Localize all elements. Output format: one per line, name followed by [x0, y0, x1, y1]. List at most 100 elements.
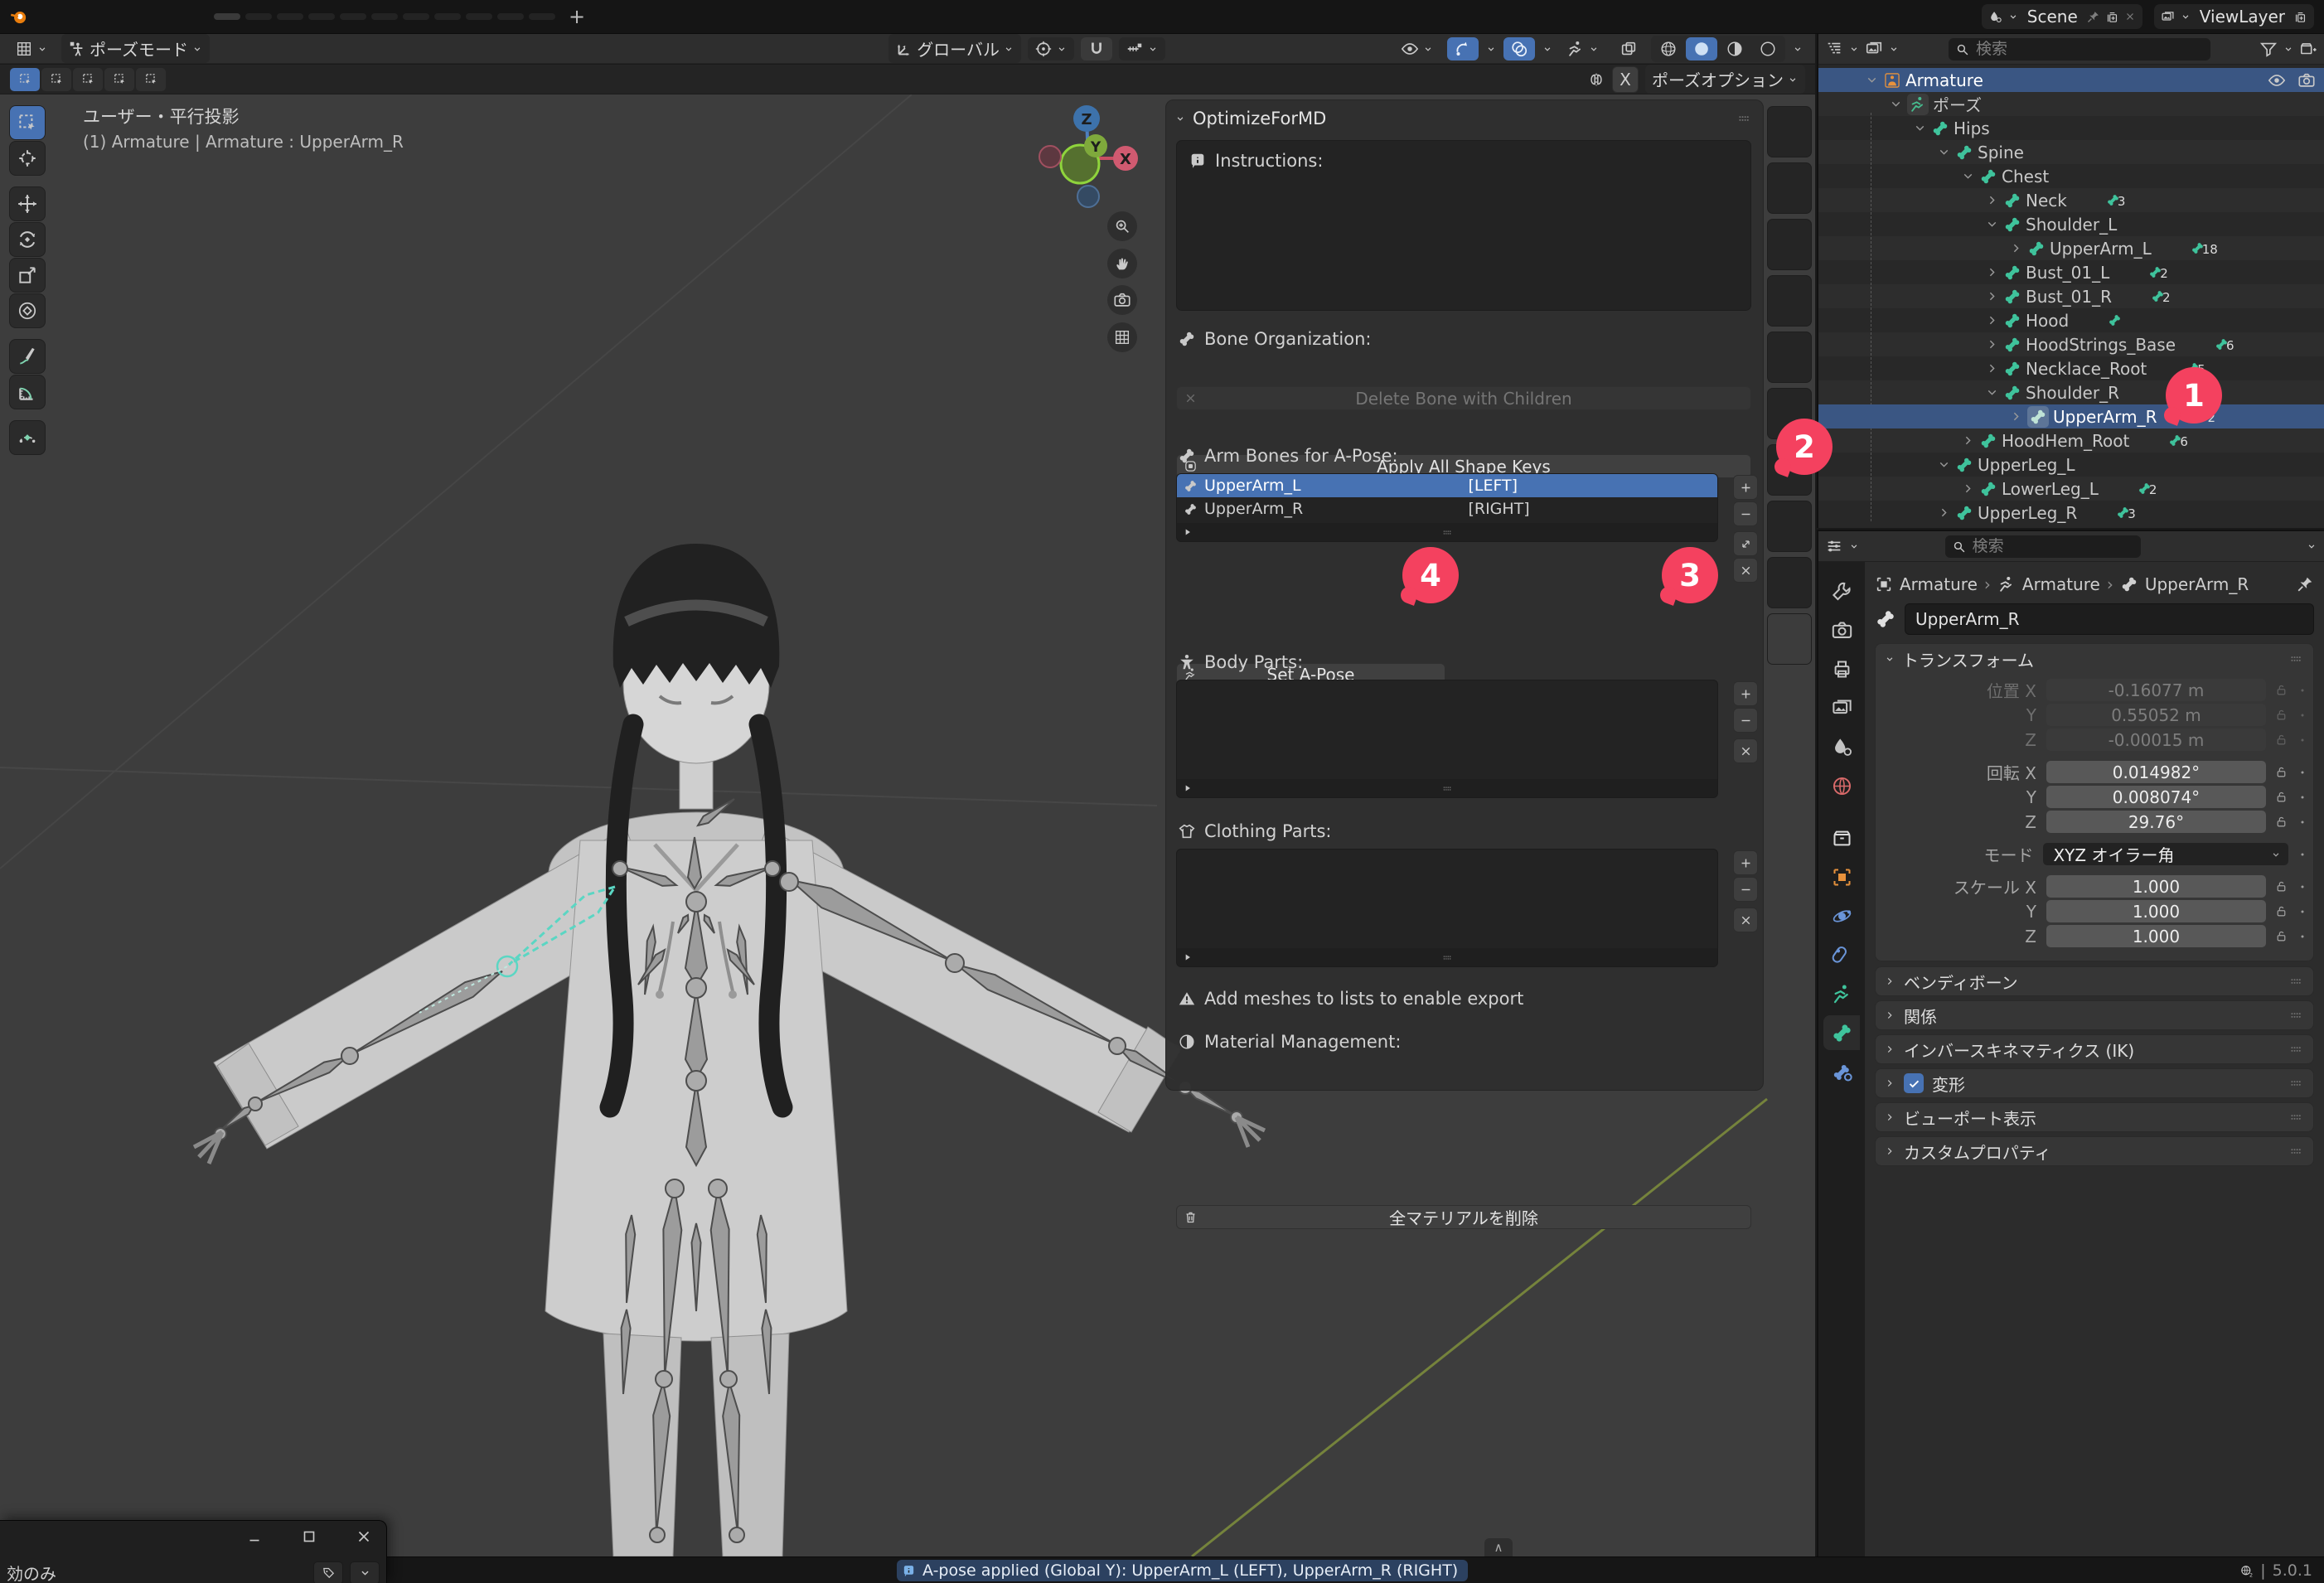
collapsed-panel[interactable]: インバースキネマティクス (IK): [1875, 1034, 2314, 1064]
collection-tab[interactable]: [1823, 821, 1860, 855]
orthographic-toggle[interactable]: [1107, 322, 1137, 352]
lock-icon[interactable]: [2274, 929, 2288, 943]
disclosure-icon[interactable]: [1985, 337, 1999, 351]
cursor-tool[interactable]: [10, 142, 45, 175]
physics-tab[interactable]: [1823, 898, 1860, 933]
delete-bone-button[interactable]: Delete Bone with Children: [1176, 386, 1751, 410]
deform-checkbox[interactable]: [1904, 1073, 1924, 1093]
disclosure-icon[interactable]: [2009, 409, 2023, 424]
disclosure-icon[interactable]: [1985, 289, 1999, 303]
outliner-row[interactable]: Spine: [1818, 140, 2324, 164]
disclosure-icon[interactable]: [1937, 506, 1951, 520]
lock-icon[interactable]: [2274, 879, 2288, 893]
chevron-down-icon[interactable]: [1792, 43, 1804, 55]
chevron-down-icon[interactable]: [1485, 43, 1497, 55]
sidebar-tab[interactable]: [1767, 275, 1812, 327]
add-workspace-button[interactable]: +: [562, 5, 592, 28]
outliner-row[interactable]: Shoulder_L: [1818, 212, 2324, 236]
shading-solid[interactable]: [1686, 37, 1717, 61]
animate-dot-icon[interactable]: [2297, 849, 2308, 860]
tool-tab[interactable]: [1823, 574, 1860, 608]
object-tab[interactable]: [1823, 859, 1860, 894]
pivot-point-button[interactable]: [1028, 37, 1074, 61]
disclosure-icon[interactable]: [1985, 217, 1999, 231]
disclosure-icon[interactable]: [1985, 361, 1999, 375]
new-viewlayer-icon[interactable]: [2293, 10, 2307, 24]
delete-all-materials-button[interactable]: 全マテリアルを削除: [1176, 1205, 1751, 1229]
UpperArm_R[interactable]: UpperArm_R [RIGHT]: [1177, 497, 1717, 520]
outliner-row[interactable]: Necklace_Root 5: [1818, 356, 2324, 380]
grip-icon[interactable]: [1440, 951, 1455, 965]
workspace-tab[interactable]: [497, 13, 524, 20]
disclosure-icon[interactable]: [1985, 193, 1999, 207]
disclosure-icon[interactable]: [1865, 73, 1879, 87]
clothing-add-button[interactable]: [1733, 850, 1758, 875]
collapsed-panel[interactable]: カスタムプロパティ: [1875, 1136, 2314, 1166]
close-icon[interactable]: [2124, 11, 2136, 22]
outliner-row[interactable]: UpperLeg_L: [1818, 453, 2324, 477]
value-field[interactable]: 0.008074°: [2046, 786, 2266, 808]
body-add-button[interactable]: [1733, 681, 1758, 706]
disclosure-icon[interactable]: [1937, 145, 1951, 159]
shading-material[interactable]: [1719, 37, 1750, 61]
animate-dot-icon[interactable]: [2297, 734, 2308, 746]
rotate-tool[interactable]: [10, 223, 45, 256]
collapse-icon[interactable]: [1174, 113, 1186, 124]
measure-tool[interactable]: [10, 375, 45, 409]
collapsed-panel[interactable]: ビューポート表示: [1875, 1102, 2314, 1132]
expand-icon[interactable]: [1182, 526, 1193, 538]
scale-tool[interactable]: [10, 259, 45, 292]
select-intersect[interactable]: [136, 68, 166, 91]
lock-icon[interactable]: [2274, 765, 2288, 779]
lock-icon[interactable]: [2274, 708, 2288, 722]
disclosure-icon[interactable]: [1961, 433, 1975, 448]
overlays-toggle[interactable]: [1503, 37, 1535, 61]
outliner-search[interactable]: [1949, 38, 2210, 61]
chevron-down-icon[interactable]: [2306, 540, 2317, 552]
body-remove-button[interactable]: [1733, 708, 1758, 733]
select-subtract[interactable]: [73, 68, 103, 91]
value-field[interactable]: 0.55052 m: [2046, 704, 2266, 726]
collapsed-panel[interactable]: ベンディボーン: [1875, 966, 2314, 996]
move-tool[interactable]: [10, 187, 45, 220]
maximize-icon[interactable]: [300, 1527, 318, 1546]
bone-tab[interactable]: [1823, 1015, 1860, 1050]
value-field[interactable]: 1.000: [2046, 900, 2266, 922]
grip-icon[interactable]: [2287, 650, 2305, 668]
grip-icon[interactable]: [1440, 782, 1455, 796]
disclosure-icon[interactable]: [1913, 121, 1927, 135]
outliner-row[interactable]: HoodStrings_Base 6: [1818, 332, 2324, 356]
sidebar-tab[interactable]: [1767, 332, 1812, 383]
workspace-tab[interactable]: [308, 13, 335, 20]
viewlayer-selector[interactable]: ViewLayer: [2154, 4, 2314, 29]
value-field[interactable]: -0.00015 m: [2046, 729, 2266, 751]
shading-wireframe[interactable]: [1653, 37, 1684, 61]
camera-view-button[interactable]: [1107, 285, 1137, 315]
chevron-down-icon[interactable]: [1888, 43, 1900, 55]
display-mode-icon[interactable]: [1865, 40, 1883, 58]
grip-icon[interactable]: [2287, 972, 2305, 990]
outliner-row[interactable]: Bust_01_R 2: [1818, 284, 2324, 308]
snap-settings[interactable]: [1119, 37, 1165, 61]
grip-icon[interactable]: [2287, 1040, 2305, 1058]
workspace-tab[interactable]: [245, 13, 272, 20]
expand-icon[interactable]: [1884, 1077, 1896, 1089]
sidebar-tab[interactable]: [1767, 162, 1812, 214]
grip-icon[interactable]: [2287, 1142, 2305, 1160]
value-field[interactable]: 0.014982°: [2046, 761, 2266, 783]
sidebar-tab[interactable]: [1767, 557, 1812, 608]
value-field[interactable]: 29.76°: [2046, 811, 2266, 833]
expand-icon[interactable]: [1182, 782, 1193, 794]
collapsed-panel[interactable]: 関係: [1875, 1000, 2314, 1030]
shading-rendered[interactable]: [1752, 37, 1784, 61]
pose-overlay-popover[interactable]: [1560, 37, 1606, 61]
body-parts-list[interactable]: [1176, 680, 1718, 798]
eye-icon[interactable]: [2268, 71, 2286, 90]
workspace-tab[interactable]: [214, 13, 240, 20]
close-icon[interactable]: [355, 1527, 373, 1546]
outliner-row[interactable]: Chest: [1818, 164, 2324, 188]
expand-icon[interactable]: [1884, 1111, 1896, 1123]
sidebar-tab[interactable]: [1767, 613, 1812, 665]
scene-selector[interactable]: Scene: [1982, 4, 2142, 29]
grip-icon[interactable]: [2287, 1108, 2305, 1126]
